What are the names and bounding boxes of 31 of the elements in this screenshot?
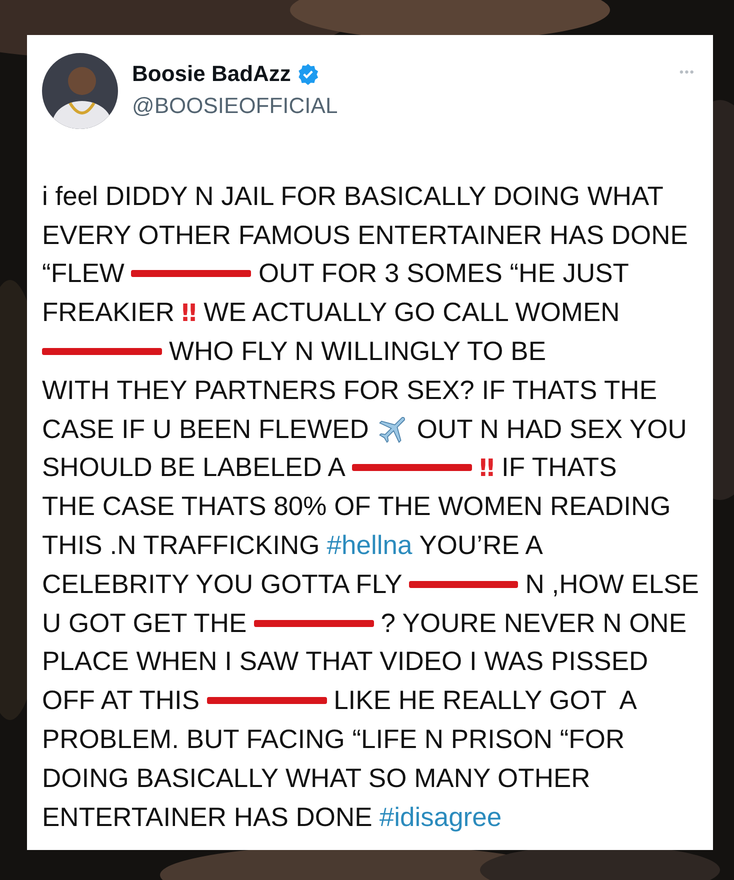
tweet-text: i feel DIDDY N JAIL FOR BASICALLY DOING WHAT <box>42 180 664 212</box>
double-exclamation-mark: ‼ <box>182 298 197 327</box>
tweet-text: ? YOURE NEVER N ONE <box>380 608 686 639</box>
tweet-text: SHOULD BE LABELED A <box>42 452 346 484</box>
tweet-text: DOING BASICALLY WHAT SO MANY OTHER <box>42 762 590 794</box>
tweet-text: WE ACTUALLY GO CALL WOMEN <box>204 297 620 328</box>
tweet-text: ENTERTAINER HAS DONE <box>42 802 372 833</box>
tweet-text: PROBLEM. BUT FACING “LIFE N PRISON “FOR <box>42 724 625 756</box>
tweet-text: THE CASE THATS 80% OF THE WOMEN READING <box>42 491 671 522</box>
tweet-text: PLACE WHEN I SAW THAT VIDEO I WAS PISSED <box>42 646 648 678</box>
tweet-text: WHO FLY N WILLINGLY TO BE <box>169 336 546 368</box>
tweet-text: OUT FOR 3 SOMES “HE JUST <box>258 258 629 290</box>
double-exclamation-mark: ‼ <box>479 454 494 482</box>
tweet-text: U GOT GET THE <box>42 608 247 639</box>
tweet-text: OFF AT THIS <box>42 685 200 716</box>
tweet-text: LIKE HE REALLY GOT A <box>334 685 637 716</box>
tweet-text: THIS .N TRAFFICKING <box>42 530 320 562</box>
tweet-text: CELEBRITY YOU GOTTA FLY <box>42 568 402 600</box>
tweet-text: FREAKIER <box>42 297 175 328</box>
tweet-text: N ,HOW ELSE <box>525 568 699 600</box>
tweet-text: YOU’RE A <box>419 530 543 562</box>
tweet-text: “FLEW <box>42 258 124 290</box>
author-name[interactable]: Boosie BadAzz <box>132 61 291 87</box>
author-handle[interactable]: @BOOSIEOFFICIAL <box>132 93 338 119</box>
tweet-text: EVERY OTHER FAMOUS ENTERTAINER HAS DONE <box>42 220 688 251</box>
tweet-text: IF THATS <box>501 452 617 484</box>
hashtag-link[interactable]: #hellna <box>326 530 412 562</box>
hashtag-link[interactable]: #idisagree <box>379 802 502 833</box>
tweet-text: WITH THEY PARTNERS FOR SEX? IF THATS THE <box>42 374 657 406</box>
tweet-text: CASE IF U BEEN FLEWED <box>42 414 369 445</box>
tweet-text: OUT N HAD SEX YOU <box>416 414 687 445</box>
